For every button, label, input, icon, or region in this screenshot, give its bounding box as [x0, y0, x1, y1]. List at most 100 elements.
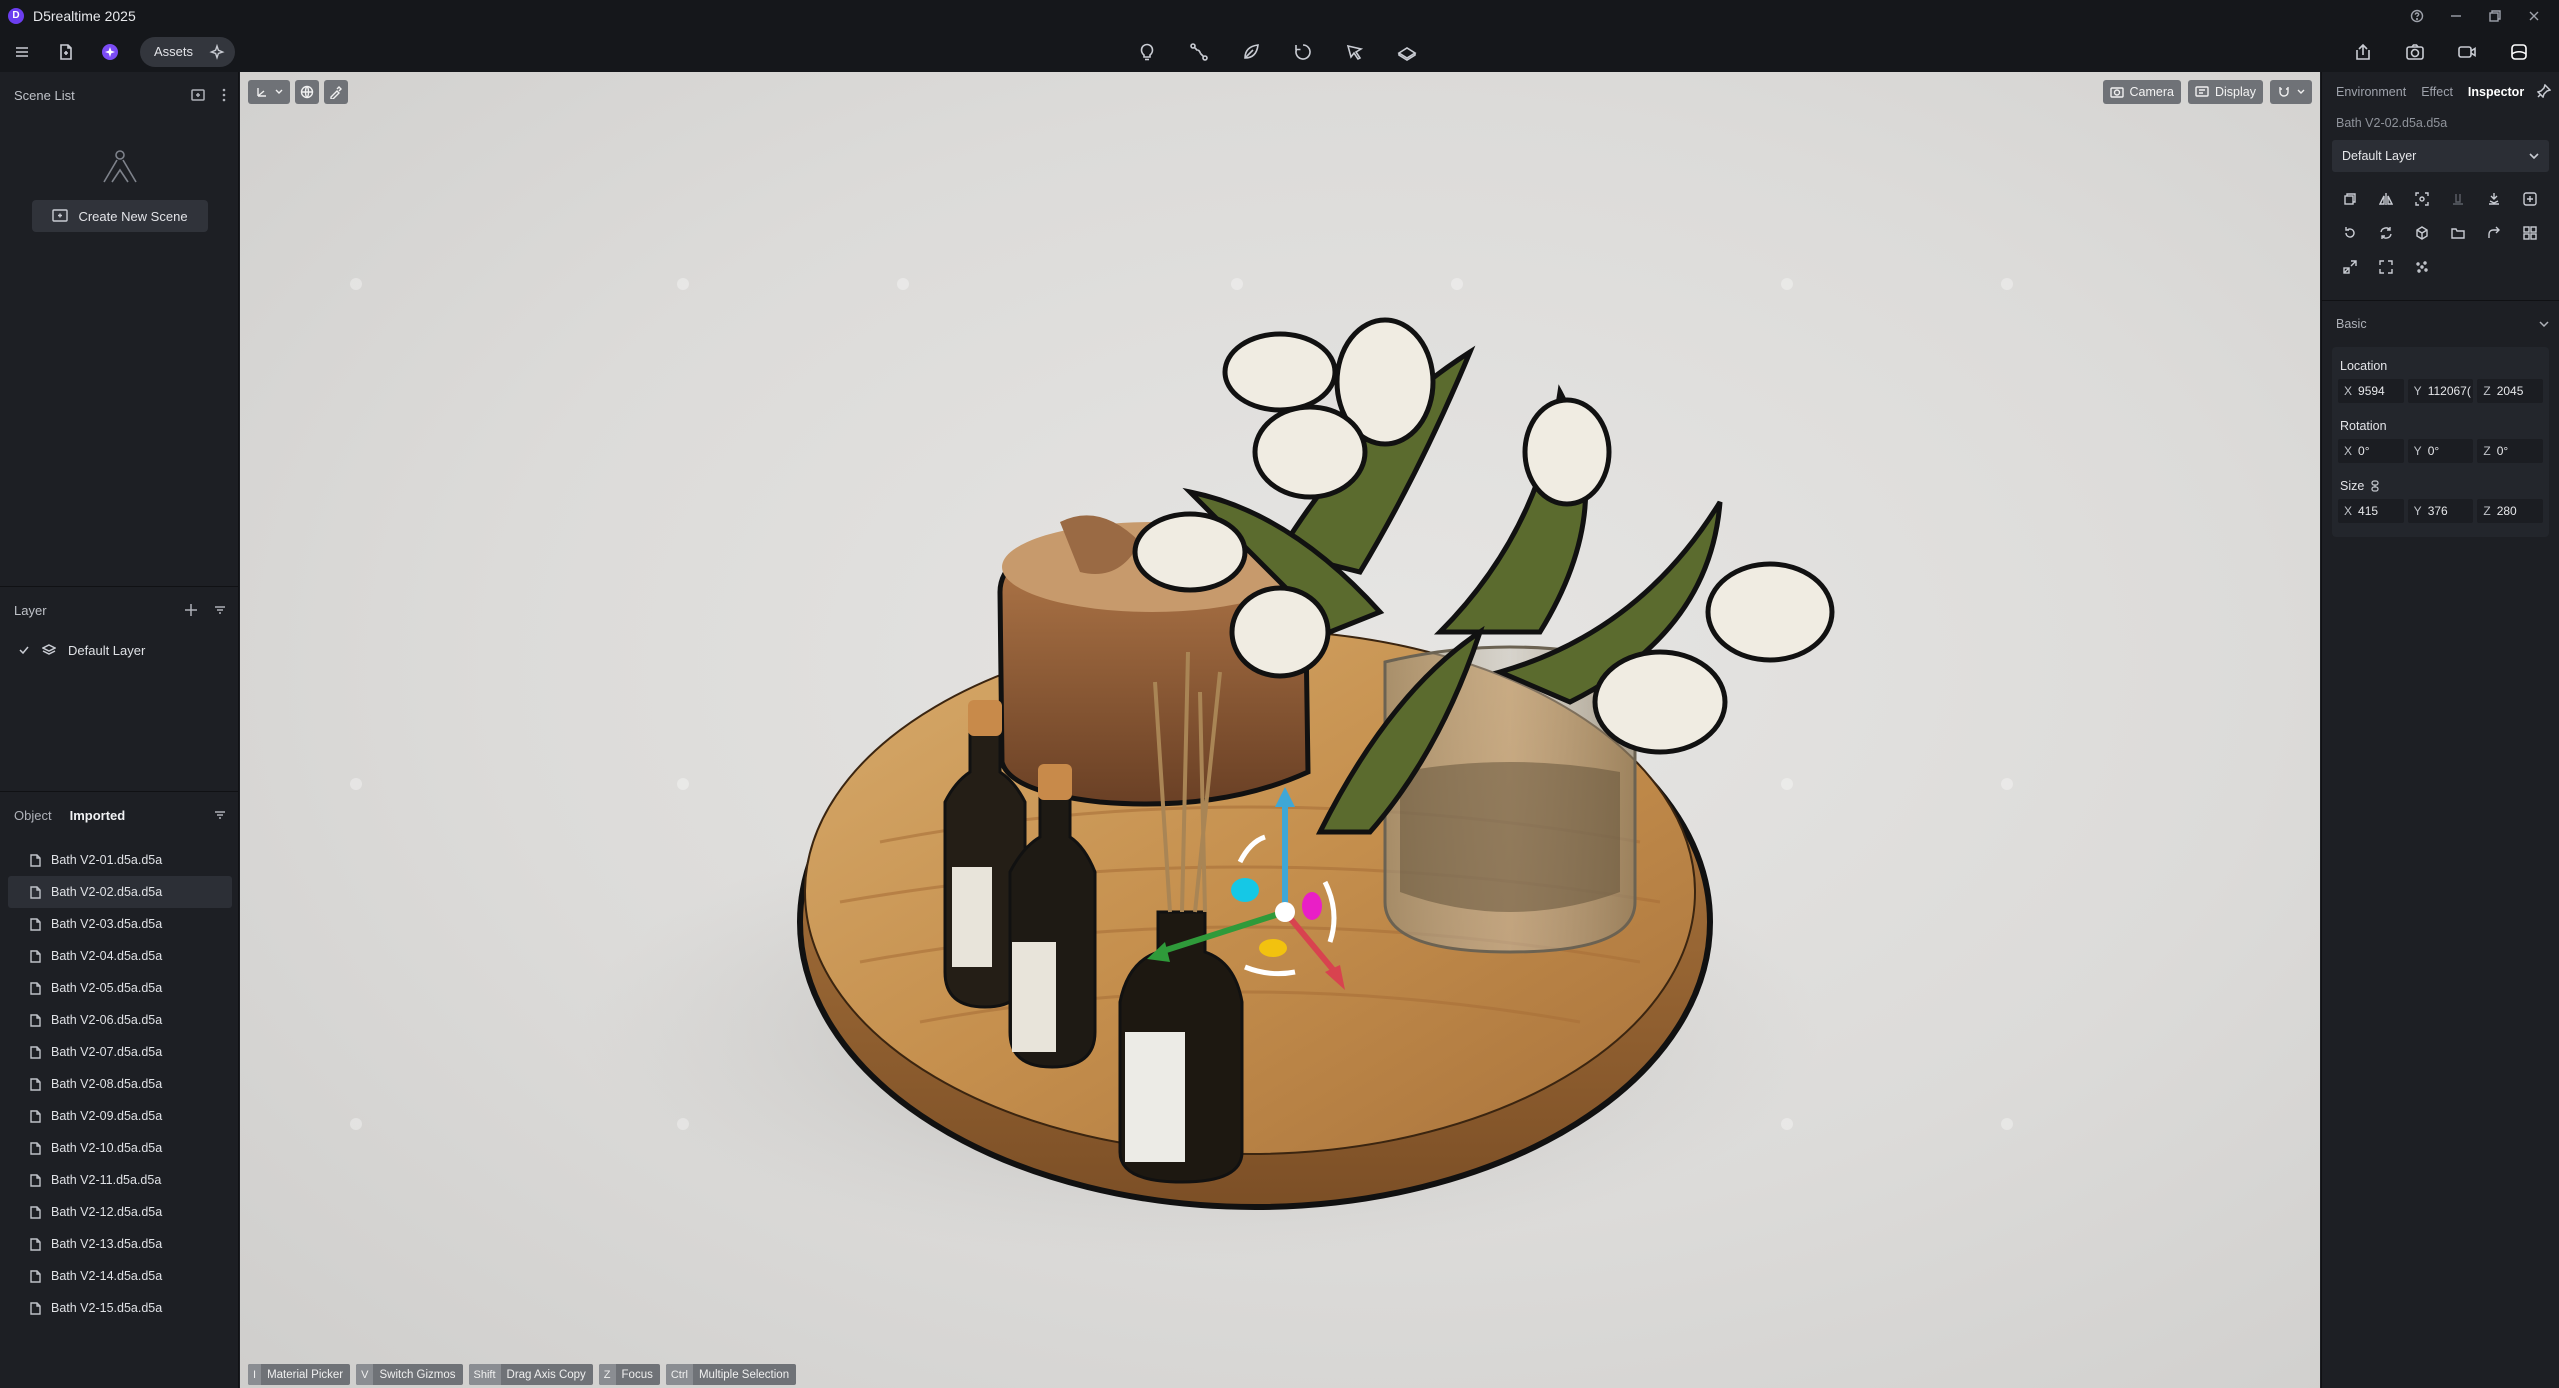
list-item[interactable]: Bath V2-08.d5a.d5a	[8, 1068, 232, 1100]
list-item[interactable]: Bath V2-04.d5a.d5a	[8, 940, 232, 972]
list-item[interactable]: Bath V2-07.d5a.d5a	[8, 1036, 232, 1068]
tab-imported[interactable]: Imported	[70, 808, 126, 823]
list-item-label: Bath V2-05.d5a.d5a	[51, 981, 163, 995]
pin-icon[interactable]	[2536, 83, 2552, 103]
list-item[interactable]: Bath V2-05.d5a.d5a	[8, 972, 232, 1004]
list-item[interactable]: Bath V2-10.d5a.d5a	[8, 1132, 232, 1164]
location-x-field[interactable]: X 9594	[2338, 379, 2404, 403]
list-item-label: Bath V2-04.d5a.d5a	[51, 949, 163, 963]
file-icon	[30, 1013, 41, 1027]
chevron-down-icon	[275, 89, 283, 94]
scene-list-title: Scene List	[14, 87, 75, 103]
tab-object[interactable]: Object	[14, 808, 52, 823]
reset-rotation-icon[interactable]	[2332, 218, 2368, 248]
display-icon	[2195, 86, 2209, 97]
layer-select[interactable]: Default Layer	[2332, 140, 2549, 172]
list-item[interactable]: Bath V2-13.d5a.d5a	[8, 1228, 232, 1260]
drop-to-ground-icon[interactable]	[2476, 184, 2512, 214]
size-z-field[interactable]: Z 280	[2477, 499, 2544, 523]
sparkle-icon[interactable]	[205, 40, 229, 64]
scatter-icon[interactable]	[2404, 252, 2440, 282]
file-icon	[30, 1269, 41, 1283]
add-layer-icon[interactable]	[184, 603, 198, 617]
shortcut-hint: V Switch Gizmos	[356, 1364, 463, 1385]
material-icon[interactable]	[2404, 218, 2440, 248]
size-x-field[interactable]: X 415	[2338, 499, 2404, 523]
duplicate-icon[interactable]	[2332, 184, 2368, 214]
save-asset-icon[interactable]	[2512, 184, 2548, 214]
list-item[interactable]: Bath V2-06.d5a.d5a	[8, 1004, 232, 1036]
assets-button[interactable]: Assets	[140, 36, 236, 67]
file-icon	[30, 1237, 41, 1251]
rotate-tool-icon[interactable]	[1281, 31, 1325, 72]
list-item[interactable]: Bath V2-02.d5a.d5a	[8, 876, 232, 908]
size-y-field[interactable]: Y 376	[2407, 499, 2474, 523]
list-item[interactable]: Bath V2-11.d5a.d5a	[8, 1164, 232, 1196]
terrain-icon[interactable]	[1385, 31, 1429, 72]
transform-mode-dropdown[interactable]	[248, 80, 290, 104]
location-y-field[interactable]: Y 112067(	[2407, 379, 2474, 403]
app-logo: D	[8, 7, 24, 24]
shortcut-hint: Shift Drag Axis Copy	[468, 1364, 593, 1385]
list-item[interactable]: Bath V2-03.d5a.d5a	[8, 908, 232, 940]
menu-icon[interactable]	[0, 31, 44, 72]
world-space-button[interactable]	[295, 80, 319, 104]
create-new-scene-button[interactable]: Create New Scene	[32, 200, 208, 232]
layer-title: Layer	[14, 602, 47, 618]
scale-icon[interactable]	[2332, 252, 2368, 282]
focus-icon[interactable]	[2404, 184, 2440, 214]
restore-button[interactable]	[2475, 0, 2514, 31]
globe-icon	[300, 85, 314, 99]
close-button[interactable]	[2514, 0, 2553, 31]
camera-button[interactable]: Camera	[2102, 80, 2181, 104]
export-icon[interactable]	[2341, 31, 2385, 72]
expand-icon[interactable]	[2368, 252, 2404, 282]
file-icon[interactable]	[44, 31, 88, 72]
basic-section-header[interactable]: Basic	[2322, 301, 2559, 347]
layers-icon	[42, 644, 56, 655]
group-icon[interactable]	[2512, 218, 2548, 248]
left-panel: Scene List Create New Scene Layer Defaul…	[0, 72, 239, 1388]
path-tool-icon[interactable]	[1177, 31, 1221, 72]
list-item[interactable]: Bath V2-01.d5a.d5a	[8, 844, 232, 876]
list-item[interactable]: Bath V2-12.d5a.d5a	[8, 1196, 232, 1228]
camera-icon[interactable]	[2393, 31, 2437, 72]
place-marker-icon[interactable]	[1333, 31, 1377, 72]
minimize-button[interactable]	[2436, 0, 2475, 31]
light-bulb-icon[interactable]	[1125, 31, 1169, 72]
help-icon[interactable]	[2397, 0, 2436, 31]
video-icon[interactable]	[2445, 31, 2489, 72]
rotation-y-field[interactable]: Y 0°	[2407, 439, 2474, 463]
share-icon[interactable]	[2476, 218, 2512, 248]
panorama-icon[interactable]	[2497, 31, 2541, 72]
file-icon	[30, 1301, 41, 1315]
material-picker-button[interactable]	[324, 80, 348, 104]
display-button[interactable]: Display	[2188, 80, 2263, 104]
tab-effect[interactable]: Effect	[2421, 85, 2453, 99]
list-item[interactable]: Bath V2-09.d5a.d5a	[8, 1100, 232, 1132]
shortcut-key: Z	[598, 1364, 616, 1385]
3d-viewport[interactable]: Camera Display I Material Picker V Switch G…	[240, 72, 2320, 1388]
transform-panel: Location X 9594 Y 112067( Z 2045 Rotation X…	[2332, 347, 2549, 537]
mirror-icon[interactable]	[2368, 184, 2404, 214]
filter-icon[interactable]	[214, 809, 226, 821]
ai-assistant-icon[interactable]	[88, 31, 132, 72]
tab-environment[interactable]: Environment	[2336, 85, 2406, 99]
rotation-z-field[interactable]: Z 0°	[2477, 439, 2544, 463]
list-item[interactable]: Bath V2-15.d5a.d5a	[8, 1292, 232, 1324]
more-options-icon[interactable]	[222, 88, 226, 102]
lock-ratio-icon[interactable]	[2370, 480, 2380, 492]
rotation-x-field[interactable]: X 0°	[2338, 439, 2404, 463]
layer-item-default[interactable]: Default Layer	[0, 633, 238, 667]
scene-render[interactable]	[240, 72, 2320, 1388]
tab-inspector[interactable]: Inspector	[2468, 85, 2524, 99]
add-scene-icon[interactable]	[190, 87, 206, 103]
filter-icon[interactable]	[214, 604, 226, 616]
folder-icon[interactable]	[2440, 218, 2476, 248]
location-z-field[interactable]: Z 2045	[2477, 379, 2544, 403]
check-icon[interactable]	[18, 644, 30, 656]
leaf-icon[interactable]	[1229, 31, 1273, 72]
snap-dropdown[interactable]	[2270, 80, 2312, 104]
list-item[interactable]: Bath V2-14.d5a.d5a	[8, 1260, 232, 1292]
replace-icon[interactable]	[2368, 218, 2404, 248]
